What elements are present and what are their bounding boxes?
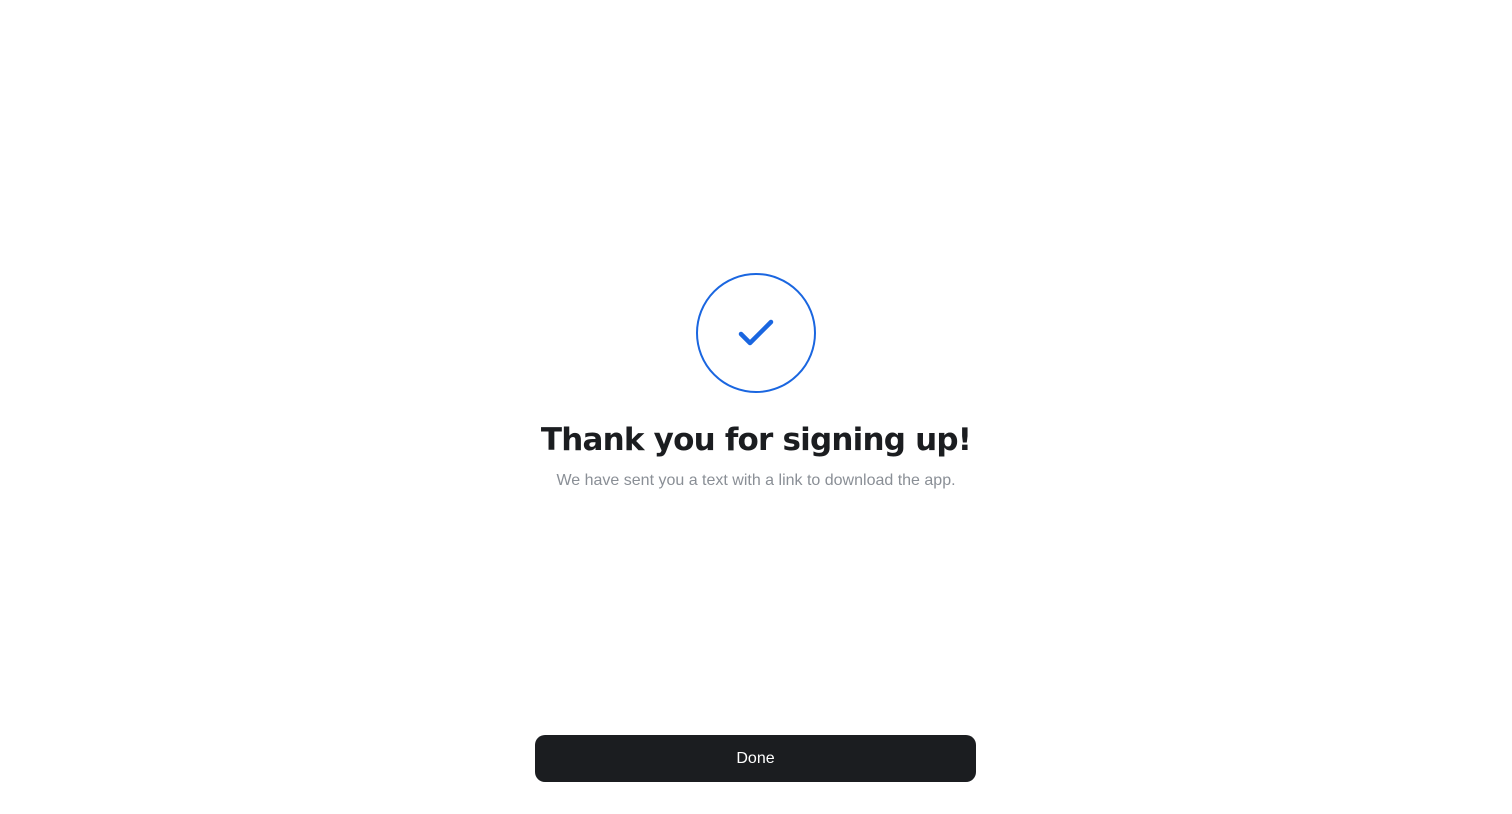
success-badge	[696, 273, 816, 393]
signup-confirmation-page: Thank you for signing up! We have sent y…	[0, 0, 1512, 814]
confirmation-panel: Thank you for signing up! We have sent y…	[0, 273, 1512, 491]
page-title: Thank you for signing up!	[540, 422, 972, 458]
checkmark-icon	[738, 319, 774, 346]
confirmation-message: We have sent you a text with a link to d…	[556, 472, 956, 489]
done-button[interactable]: Done	[535, 735, 976, 782]
